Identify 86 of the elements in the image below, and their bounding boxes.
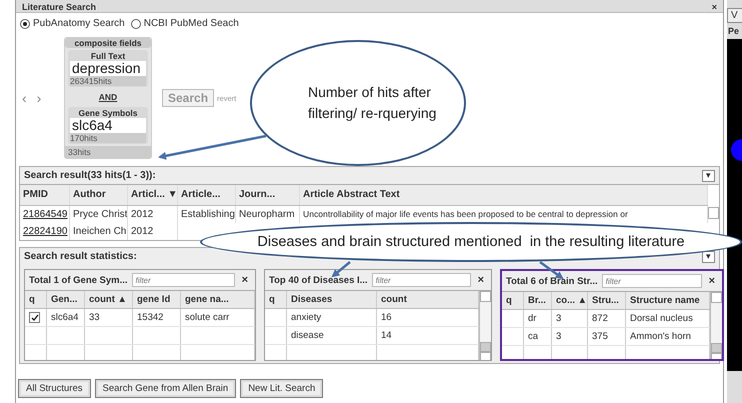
table-cell: Dorsal nucleus [630,313,693,324]
group-header: composite fields [65,38,151,48]
column-header[interactable]: q [29,294,35,305]
filter-field[interactable]: filter [132,273,235,287]
column-header[interactable]: count [381,294,407,305]
column-header[interactable]: q [506,295,512,306]
action-button[interactable]: New Lit. Search [240,379,324,398]
table-cell: Uncontrollability of major life events has been proposed to be central to depression or [303,209,628,219]
column-header[interactable]: Br... [528,295,546,306]
back-arrow[interactable]: ‹ [22,90,27,106]
column-header[interactable]: gene Id [137,294,170,305]
column-header[interactable]: Stru... [592,295,619,306]
column-header[interactable]: co... ▲ [556,295,587,306]
table-cell: 872 [592,313,608,324]
table-cell: 33 [89,312,100,323]
table-cell: Pryce Christ [73,209,127,220]
action-button[interactable]: Search Gene from Allen Brain [94,379,236,398]
column-header[interactable]: q [269,294,275,305]
close-icon[interactable]: × [712,2,717,12]
field-label: Full Text [90,51,126,61]
panel-title: Literature Search [22,2,96,12]
pmid-link[interactable]: 21864549 [23,209,68,220]
table-cell: anxiety [291,312,322,323]
pmid-link[interactable]: 22824190 [23,226,68,237]
table-cell: ca [528,331,538,342]
radio-button[interactable] [130,18,141,28]
panel-title: Search result(33 hits(1 - 3)): [24,170,156,181]
filter-field[interactable]: filter [602,274,702,288]
column-header[interactable]: gene na... [185,294,229,305]
table-cell: Neuropharm [239,209,295,220]
table-title: Total 1 of Gene Sym... [29,274,128,286]
table-cell: 15342 [137,312,164,323]
table-title: Total 6 of Brain Str... [506,276,598,286]
radio-label[interactable]: PubAnatomy Search [33,18,125,29]
callout-arrow [331,261,351,278]
column-header[interactable]: Article Abstract Text [303,189,400,200]
filter-field[interactable]: filter [372,273,471,287]
table-cell: solute carr [185,312,230,323]
action-button[interactable]: All Structures [18,379,90,398]
close-icon[interactable]: × [706,275,718,287]
column-header[interactable]: Articl... ▼ [131,189,177,200]
view-label: Pe [727,25,740,38]
table-cell: Establishing [181,209,235,220]
table-cell: Ammon's horn [630,331,691,342]
panel-title: Search result statistics: [24,251,137,262]
scrollbar[interactable] [710,292,722,359]
table-cell: disease [291,330,324,341]
field-value: slc6a4 [70,118,146,133]
table-cell: 2012 [131,226,154,237]
close-icon[interactable]: × [474,274,487,286]
column-header[interactable]: Author [73,189,106,200]
table-cell: slc6a4 [51,312,78,323]
column-header[interactable]: count ▲ [89,294,127,305]
dropdown-icon[interactable]: ▾ [702,250,715,262]
hit-count: 170hits [70,133,146,143]
callout: Number of hits after filtering/ re-rquerying [250,40,466,166]
table-cell: Ineichen Chi [73,226,127,237]
column-header[interactable]: Diseases [291,294,332,305]
table-cell: 2012 [131,209,154,220]
table-cell: 3 [556,313,562,324]
total-hit-count: 33hits [65,146,151,158]
field-label: Gene Symbols [77,108,139,118]
table-cell: 375 [592,331,608,342]
column-header[interactable]: Gen... [51,294,78,305]
close-icon[interactable]: × [238,274,251,286]
table-cell: 16 [381,312,392,323]
column-header[interactable]: PMID [23,189,48,200]
column-header[interactable]: Structure name [630,295,700,306]
dropdown-icon[interactable]: ▾ [702,170,715,182]
operator-link[interactable]: AND [65,89,151,105]
table-title: Top 40 of Diseases I... [269,274,368,286]
table-cell: dr [528,313,536,324]
column-header[interactable]: Journ... [239,189,276,200]
query-field[interactable]: Full Text depression 263415hits [68,50,148,87]
hit-count: 263415hits [70,76,146,86]
query-field[interactable]: Gene Symbols slc6a4 170hits [68,107,148,144]
scrollbar[interactable] [479,291,491,360]
forward-arrow[interactable]: › [36,90,42,106]
column-header[interactable]: Article... [181,189,220,200]
checkbox[interactable] [29,312,40,323]
field-value: depression [70,61,146,76]
table-cell: 14 [381,330,392,341]
table-cell: 3 [556,331,562,342]
view-tab[interactable]: V [727,8,742,23]
radio-button[interactable] [20,18,30,28]
radio-label[interactable]: NCBI PubMed Seach [144,18,239,29]
